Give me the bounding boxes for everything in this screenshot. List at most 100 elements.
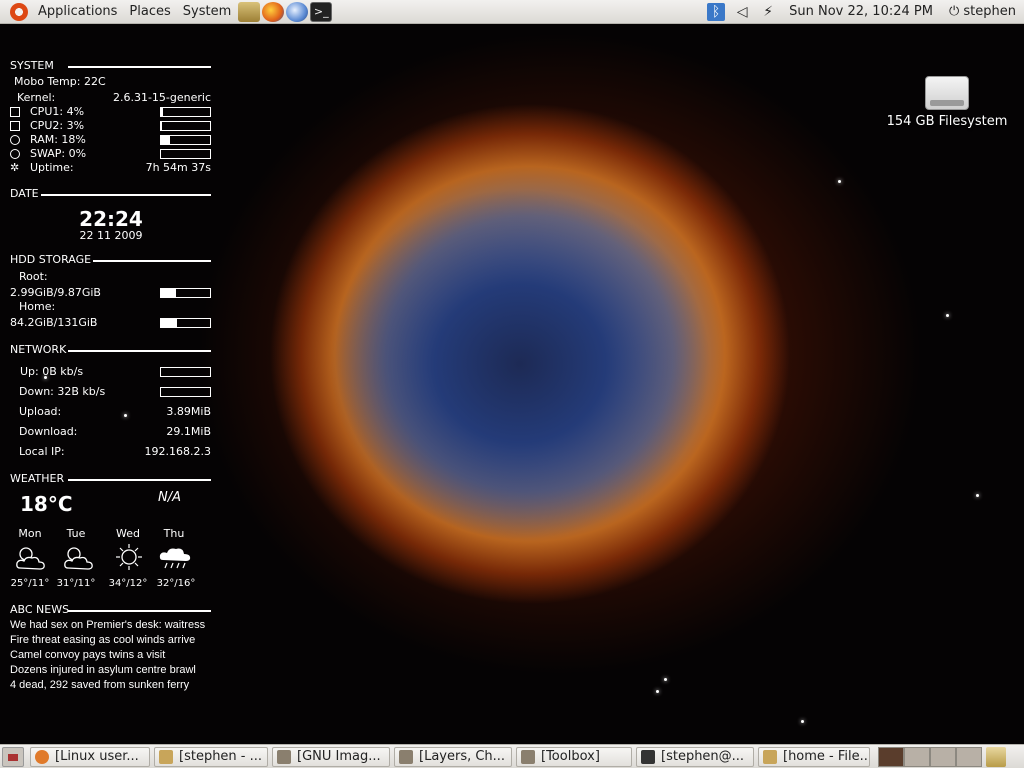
bottom-panel: [Linux user... [stephen - ... [GNU Imag.… [0,744,1024,768]
forecast-day: Thu [163,527,185,540]
star [976,494,979,497]
home-label: Home: [19,300,56,313]
trash-icon[interactable] [986,746,1006,767]
section-title: WEATHER [10,472,65,485]
bluetooth-icon[interactable]: ᛒ [707,2,726,21]
taskbar-button[interactable]: [GNU Imag... [272,746,390,767]
workspace-switcher [878,746,982,767]
gimp-icon [521,749,535,764]
forecast-day: Tue [66,527,86,540]
usb-drive-icon [925,76,969,110]
upload-row: Upload: 3.89MiB [10,405,211,419]
down-label: Down: 32B kb/s [19,385,106,398]
ram-icon [10,135,20,145]
thunderbird-icon[interactable] [286,1,309,22]
upload-value: 3.89MiB [166,405,211,418]
workspace-1[interactable] [878,746,904,767]
workspace-3[interactable] [930,746,956,767]
taskbar-button[interactable]: [stephen - ... [154,746,268,767]
uptime-value: 7h 54m 37s [145,161,211,174]
ubuntu-logo-icon[interactable] [10,2,28,21]
home-bar [160,318,211,328]
localip-row: Local IP: 192.168.2.3 [10,445,211,459]
uptime-label: Uptime: [30,161,74,174]
wind-value: N/A [158,490,181,505]
forecast-day: Wed [116,527,140,540]
menu-system[interactable]: System [177,0,237,24]
news-item: 4 dead, 292 saved from sunken ferry [10,679,190,691]
partly-cloudy-icon [16,547,45,570]
up-row: Up: 0B kb/s [10,365,211,379]
uptime-row: ✲ Uptime: 7h 54m 37s [10,161,211,175]
workspace-4[interactable] [956,746,982,767]
current-temperature: 18°C [20,492,73,516]
taskbar-button[interactable]: [Linux user... [30,746,150,767]
gimp-icon [277,749,291,764]
section-title: SYSTEM [10,59,54,72]
firefox-icon [35,749,49,764]
desktop-icon-filesystem[interactable]: 154 GB Filesystem [884,76,1010,129]
section-header-date: DATE [10,188,211,200]
show-desktop-button[interactable] [2,746,24,767]
network-icon[interactable]: ⚡ [759,3,777,21]
star [801,720,804,723]
section-header-news: ABC NEWS [10,604,211,616]
taskbar-label: [GNU Imag... [297,749,381,764]
section-title: DATE [10,187,39,200]
notification-area: ᛒ ◁ ⚡ Sun Nov 22, 10:24 PM ⏻ stephen [703,0,1024,24]
swap-label: SWAP: 0% [30,147,87,160]
forecast-range: 31°/11° [56,578,96,589]
home-value: 84.2GiB/131GiB [10,316,98,329]
taskbar-button[interactable]: [stephen@... [636,746,754,767]
news-item: Fire threat easing as cool winds arrive [10,634,196,646]
down-graph [160,387,211,397]
forecast-range: 32°/16° [156,578,196,589]
down-row: Down: 32B kb/s [10,385,211,399]
localip-label: Local IP: [19,445,65,458]
ram-label: RAM: 18% [30,133,86,146]
taskbar-button[interactable]: [Layers, Ch... [394,746,512,767]
download-label: Download: [19,425,78,438]
kernel-row: Kernel: 2.6.31-15-generic [10,91,211,105]
home-row: 84.2GiB/131GiB [10,316,211,330]
menu-applications[interactable]: Applications [32,0,123,24]
section-rule [68,350,211,352]
section-rule [68,610,211,612]
firefox-icon[interactable] [262,1,285,22]
taskbar-label: [Toolbox] [541,749,600,764]
folder-icon [763,749,777,764]
user-switcher[interactable]: ⏻ stephen [941,4,1024,19]
file-manager-icon[interactable] [238,1,261,22]
mobo-temp: Mobo Temp: 22C [14,75,215,89]
terminal-icon [641,749,655,764]
section-rule [93,260,211,262]
conky-time: 22:24 [79,207,143,231]
username: stephen [963,4,1016,19]
root-value: 2.99GiB/9.87GiB [10,286,101,299]
taskbar-label: [stephen - ... [179,749,263,764]
partly-cloudy-icon [64,547,93,570]
section-header-weather: WEATHER [10,473,211,485]
ram-bar [160,135,211,145]
folder-icon [159,749,173,764]
menu-places[interactable]: Places [123,0,176,24]
panel-clock[interactable]: Sun Nov 22, 10:24 PM [781,4,941,19]
taskbar-button[interactable]: [Toolbox] [516,746,632,767]
terminal-icon[interactable]: >_ [310,1,333,22]
cpu2-bar [160,121,211,131]
root-label: Root: [19,270,48,283]
taskbar-button[interactable]: [home - File... [758,746,870,767]
workspace-2[interactable] [904,746,930,767]
volume-icon[interactable]: ◁ [733,3,751,21]
section-header-hdd: HDD STORAGE [10,254,211,266]
ram-row: RAM: 18% [10,133,211,147]
cpu1-bar [160,107,211,117]
forecast-range: 34°/12° [108,578,148,589]
conky-date: 22 11 2009 [79,229,143,242]
section-title: NETWORK [10,343,67,356]
upload-label: Upload: [19,405,62,418]
root-row: 2.99GiB/9.87GiB [10,286,211,300]
cpu2-row: CPU2: 3% [10,119,211,133]
home-label-row: Home: [10,300,211,314]
section-rule [68,66,211,68]
